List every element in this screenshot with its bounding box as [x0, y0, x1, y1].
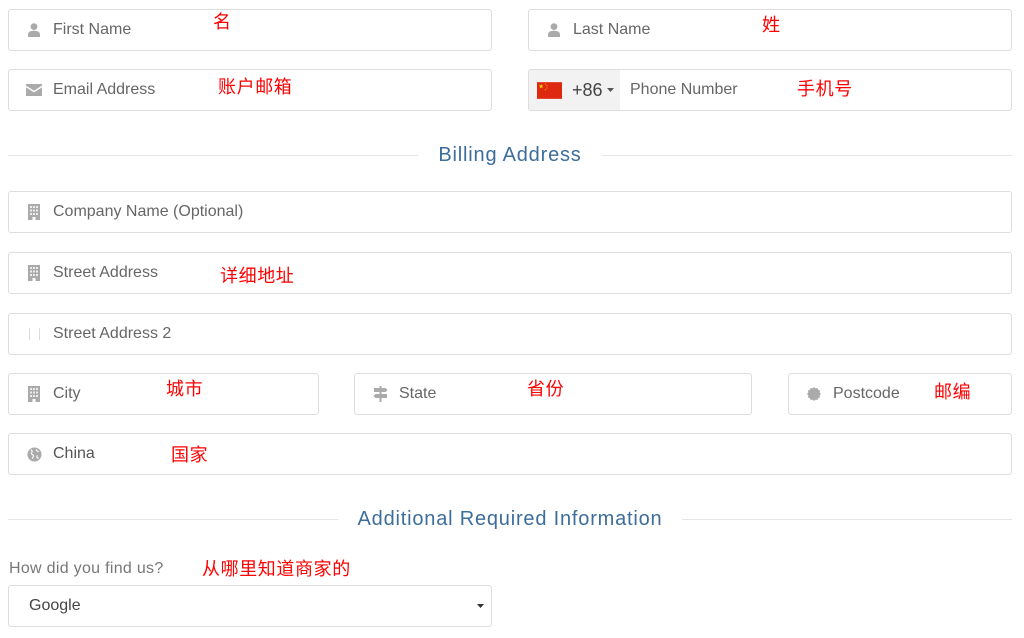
china-flag-icon: [537, 81, 562, 99]
city-field: [8, 373, 319, 415]
referral-select[interactable]: Google: [8, 585, 492, 627]
caret-down-icon: [606, 88, 614, 92]
section-title: Additional Required Information: [357, 508, 663, 530]
country-selected-value: China: [53, 445, 95, 462]
street-address-2-input[interactable]: [8, 313, 1012, 355]
last-name-input[interactable]: [528, 9, 1012, 51]
postcode-field: [788, 373, 1012, 415]
first-name-field: [8, 9, 492, 51]
chevron-down-icon: [477, 604, 484, 608]
email-input[interactable]: [8, 69, 492, 111]
last-name-field: [528, 9, 1012, 51]
divider-line: [682, 518, 1012, 520]
state-input[interactable]: [354, 373, 752, 415]
country-select[interactable]: China: [8, 433, 1012, 475]
street-address-2-field: [8, 313, 1012, 355]
postcode-input[interactable]: [788, 373, 1012, 415]
phone-field: +86: [528, 69, 1012, 111]
company-field: [8, 191, 1012, 233]
divider-line: [8, 154, 419, 156]
referral-label: How did you find us?: [9, 560, 164, 577]
country-field: China: [8, 433, 1012, 475]
city-input[interactable]: [8, 373, 319, 415]
referral-field: Google: [8, 585, 492, 627]
street-address-input[interactable]: [8, 252, 1012, 294]
divider-line: [601, 154, 1012, 156]
company-input[interactable]: [8, 191, 1012, 233]
divider-line: [8, 518, 338, 520]
email-field: [8, 69, 492, 111]
state-field: [354, 373, 752, 415]
billing-address-heading: Billing Address: [8, 143, 1012, 167]
referral-selected-value: Google: [29, 597, 81, 614]
registration-form: 名 姓 账户邮箱: [0, 0, 1024, 638]
street-address-field: [8, 252, 1012, 294]
section-title: Billing Address: [438, 144, 582, 166]
additional-info-heading: Additional Required Information: [8, 507, 1012, 531]
annotation-referral: 从哪里知道商家的: [202, 559, 351, 580]
first-name-input[interactable]: [8, 9, 492, 51]
country-code-selector[interactable]: +86: [529, 70, 620, 110]
dial-code: +86: [572, 79, 603, 100]
